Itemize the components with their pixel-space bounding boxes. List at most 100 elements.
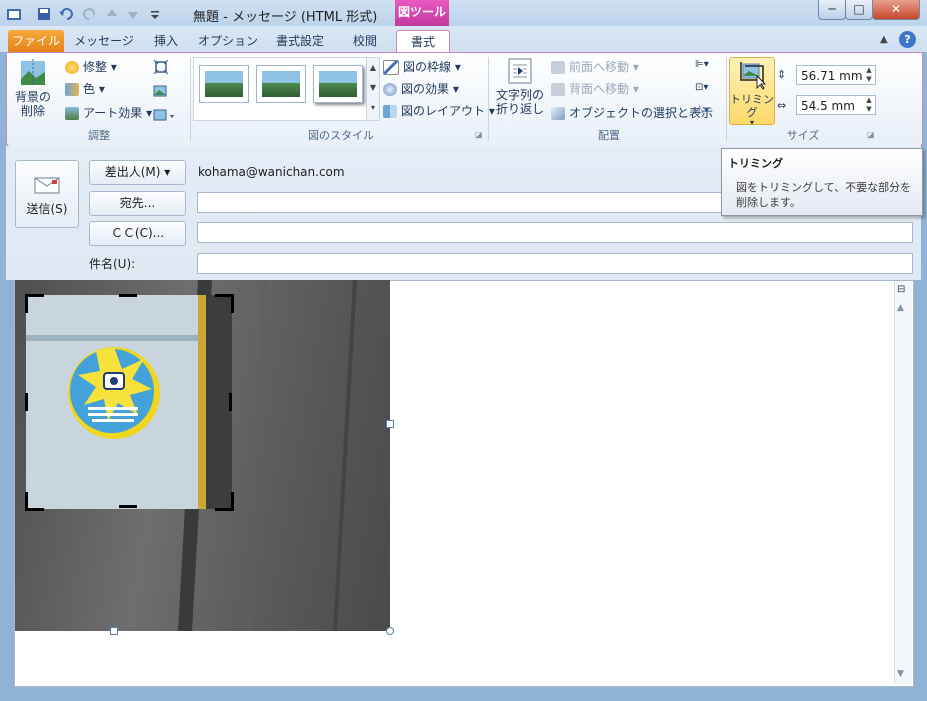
crop-handle-bottom-right[interactable]: [215, 492, 234, 511]
crop-handle-right[interactable]: [229, 393, 232, 411]
tab-review[interactable]: 校閲: [340, 30, 390, 52]
send-backward-label: 背面へ移動: [569, 82, 630, 96]
reset-picture-icon[interactable]: [153, 107, 179, 123]
picture-effects-label: 図の効果: [401, 82, 450, 96]
remove-background-label: 背景の 削除: [14, 90, 51, 118]
scroll-up-icon[interactable]: ▲: [897, 303, 909, 315]
crop-handle-bottom-left[interactable]: [25, 492, 44, 511]
sun-icon: [65, 61, 79, 74]
picture-style-2[interactable]: [256, 65, 306, 103]
resize-handle-right[interactable]: [386, 420, 394, 428]
tab-format-text[interactable]: 書式設定: [268, 30, 332, 52]
tab-message[interactable]: メッセージ: [72, 30, 136, 52]
to-button[interactable]: 宛先...: [89, 191, 186, 216]
corrections-button[interactable]: 修整 ▾: [65, 57, 117, 77]
customize-qat-icon[interactable]: [147, 6, 163, 22]
window-title: 無題 - メッセージ (HTML 形式): [193, 10, 378, 25]
selection-pane-button[interactable]: オブジェクトの選択と表示: [551, 103, 713, 123]
close-button[interactable]: ✕: [872, 0, 920, 20]
help-icon[interactable]: ?: [899, 31, 916, 48]
change-picture-icon[interactable]: [153, 83, 169, 99]
picture-styles-group-label: 図のスタイル: [308, 129, 374, 142]
picture-tools-context-header: 図ツール: [395, 0, 449, 26]
size-group-label: サイズ: [786, 129, 820, 142]
minimize-button[interactable]: ─: [818, 0, 846, 20]
wrap-text-button[interactable]: 文字列の 折り返し: [491, 57, 549, 123]
height-field[interactable]: 56.71 mm ▲ ▼: [796, 65, 876, 85]
save-icon[interactable]: [36, 6, 52, 22]
effects-icon: [383, 83, 397, 96]
artistic-effects-button[interactable]: アート効果 ▾: [65, 103, 152, 123]
width-value: 54.5 mm: [801, 99, 855, 113]
crop-handle-bottom[interactable]: [119, 505, 137, 508]
resize-handle-bottom-right[interactable]: [386, 627, 394, 635]
width-spinner[interactable]: ▲ ▼: [863, 96, 875, 114]
cc-field[interactable]: [197, 222, 913, 243]
send-envelope-icon: [34, 177, 60, 194]
from-address: kohama@wanichan.com: [198, 165, 345, 179]
body-scrollbar[interactable]: ⊟ ▲ ▼: [894, 281, 912, 684]
color-button[interactable]: 色 ▾: [65, 79, 105, 99]
up-arrow-icon[interactable]: [104, 6, 120, 22]
tab-insert[interactable]: 挿入: [144, 30, 188, 52]
wrap-text-icon: [508, 58, 532, 84]
artistic-effects-label: アート効果: [83, 106, 143, 120]
subject-field[interactable]: [197, 253, 913, 274]
from-button[interactable]: 差出人(M) ▾: [89, 160, 186, 185]
ribbon-tab-row: ファイル メッセージ 挿入 オプション 書式設定 校閲 書式 ▲ ?: [0, 26, 927, 53]
crop-button[interactable]: トリミング ▾: [729, 57, 775, 127]
crop-region[interactable]: [26, 295, 232, 509]
picture-layout-button[interactable]: 図のレイアウト ▾: [383, 101, 495, 121]
maximize-button[interactable]: □: [845, 0, 873, 20]
tab-picture-format[interactable]: 書式: [396, 30, 450, 53]
crop-handle-top-right[interactable]: [215, 294, 234, 313]
arrange-group-label: 配置: [598, 129, 620, 142]
bring-forward-button[interactable]: 前面へ移動 ▾: [551, 57, 639, 77]
scroll-down-icon[interactable]: ▼: [897, 669, 909, 681]
crop-dropdown-arrow: ▾: [749, 118, 754, 127]
split-icon[interactable]: ⊟: [897, 284, 909, 296]
remove-background-button[interactable]: 背景の 削除: [11, 59, 55, 125]
crop-handle-left[interactable]: [25, 393, 28, 411]
crop-handle-top[interactable]: [119, 294, 137, 297]
align-icon[interactable]: ⊫▾: [695, 59, 721, 75]
picture-layout-label: 図のレイアウト: [401, 104, 486, 118]
crop-icon: [740, 62, 766, 90]
bring-forward-icon: [551, 61, 565, 74]
undo-icon[interactable]: [58, 6, 74, 22]
dialog-launcher-icon[interactable]: ◪: [475, 130, 483, 139]
adjust-group-label: 調整: [88, 129, 110, 142]
redo-icon[interactable]: [82, 6, 98, 22]
compress-pictures-icon[interactable]: [153, 59, 169, 75]
collapse-ribbon-icon[interactable]: ▲: [880, 34, 894, 48]
tab-options[interactable]: オプション: [196, 30, 260, 52]
color-label: 色: [83, 82, 96, 96]
crop-handle-top-left[interactable]: [25, 294, 44, 313]
crop-label: トリミング: [730, 93, 774, 119]
group-separator: [488, 57, 489, 141]
pencil-icon: [383, 60, 399, 75]
group-objects-icon[interactable]: ⊡▾: [695, 82, 721, 98]
rotate-icon[interactable]: ⚠▾: [695, 105, 721, 121]
cc-button[interactable]: ＣＣ(C)...: [89, 221, 186, 246]
size-dialog-launcher-icon[interactable]: ◪: [867, 130, 875, 139]
wrap-text-label: 文字列の 折り返し: [495, 88, 544, 116]
gallery-scroll[interactable]: ▲ ▼ ▾: [366, 57, 380, 121]
height-spinner[interactable]: ▲ ▼: [863, 66, 875, 84]
down-arrow-icon[interactable]: [125, 6, 141, 22]
corrections-label: 修整: [83, 60, 108, 74]
picture-effects-button[interactable]: 図の効果 ▾: [383, 79, 459, 99]
outlook-app-icon[interactable]: [6, 6, 22, 22]
picture-style-1[interactable]: [199, 65, 249, 103]
tab-file[interactable]: ファイル: [8, 30, 64, 52]
selection-pane-label: オブジェクトの選択と表示: [569, 106, 714, 120]
height-value: 56.71 mm: [801, 69, 863, 83]
group-separator: [190, 57, 191, 141]
send-backward-button[interactable]: 背面へ移動 ▾: [551, 79, 639, 99]
width-field[interactable]: 54.5 mm ▲ ▼: [796, 95, 876, 115]
picture-border-button[interactable]: 図の枠線 ▾: [383, 57, 461, 77]
resize-handle-bottom[interactable]: [110, 627, 118, 635]
send-button[interactable]: 送信(S): [15, 160, 79, 228]
width-icon: ⇔: [777, 99, 787, 112]
picture-style-3[interactable]: [313, 65, 363, 103]
